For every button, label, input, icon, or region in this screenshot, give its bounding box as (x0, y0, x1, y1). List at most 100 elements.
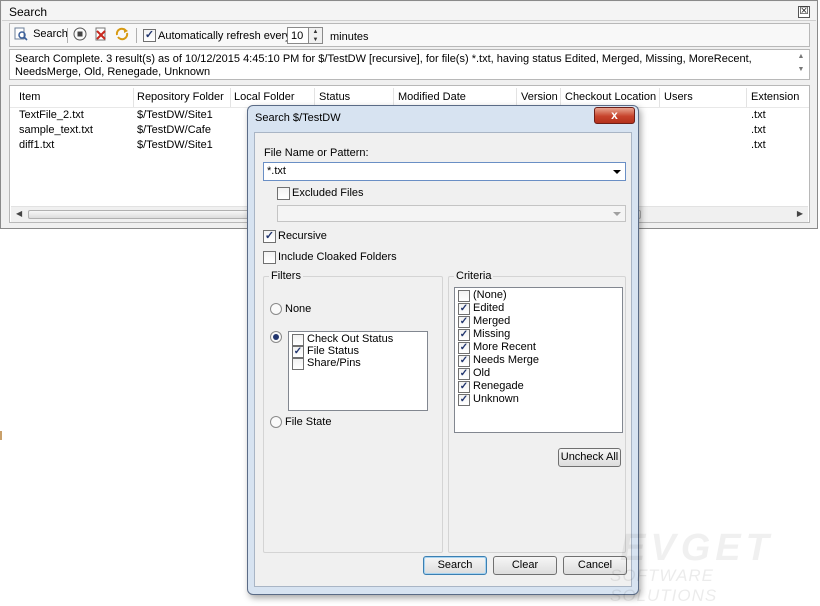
filters-group-label: Filters (269, 270, 303, 282)
criteria-label: Renegade (473, 380, 524, 392)
filter-item-label: Share/Pins (307, 357, 361, 369)
watermark-tagline: SOFTWARE SOLUTIONS (610, 566, 718, 605)
status-scrollbar[interactable]: ▲ ▼ (793, 50, 809, 79)
cell-repository-folder: $/TestDW/Site1 (137, 109, 213, 121)
filter-list-radio[interactable] (270, 331, 282, 343)
dropdown-arrow-icon[interactable] (613, 170, 621, 174)
panel-title-bar: Search ☒ (2, 2, 816, 21)
uncheck-all-button[interactable]: Uncheck All (558, 448, 621, 467)
clear-results-icon[interactable] (94, 27, 108, 41)
filter-none-radio[interactable] (270, 303, 282, 315)
checkmark-icon: ✓ (459, 368, 469, 379)
filter-item-checkbox[interactable] (292, 358, 304, 370)
auto-refresh-checkbox[interactable]: ✓ (143, 29, 156, 42)
criteria-label: Missing (473, 328, 511, 340)
criteria-list[interactable]: (None) ✓ Edited ✓ Merged ✓ Missing ✓ More Re… (454, 287, 623, 433)
criteria-checkbox[interactable]: ✓ (458, 394, 470, 406)
column-divider (133, 88, 134, 107)
auto-refresh-label: Automatically refresh every (158, 30, 291, 42)
include-cloaked-checkbox[interactable] (263, 251, 276, 264)
filter-item-checkbox[interactable] (292, 334, 304, 346)
panel-title: Search (9, 5, 48, 19)
dialog-title: Search $/TestDW (255, 112, 341, 124)
criteria-label: Old (473, 367, 491, 379)
criteria-checkbox[interactable]: ✓ (458, 381, 470, 393)
criteria-label: Needs Merge (473, 354, 540, 366)
panel-close-icon[interactable]: ☒ (798, 6, 810, 18)
cell-extension: .txt (751, 124, 766, 136)
criteria-checkbox[interactable]: ✓ (458, 342, 470, 354)
scroll-right-icon[interactable]: ▶ (797, 209, 803, 218)
toolbar-separator (67, 28, 68, 43)
excluded-files-combobox[interactable] (277, 205, 626, 222)
dialog-close-button[interactable]: x (594, 107, 635, 124)
checkmark-icon: ✓ (264, 230, 275, 242)
checkmark-icon: ✓ (459, 381, 469, 392)
criteria-checkbox[interactable]: ✓ (458, 329, 470, 341)
checkmark-icon: ✓ (144, 29, 155, 41)
filters-group: Filters None Check Out Status ✓ File Sta… (263, 270, 443, 553)
column-header-extension[interactable]: Extension (751, 91, 799, 107)
search-toolbar: Search ✓ Automatically refresh every ▲▼ … (9, 23, 810, 47)
criteria-label: Merged (473, 315, 511, 327)
column-header-repository-folder[interactable]: Repository Folder (137, 91, 224, 107)
search-status-text: Search Complete. 3 result(s) as of 10/12… (15, 53, 752, 78)
criteria-checkbox[interactable]: ✓ (458, 303, 470, 315)
cell-repository-folder: $/TestDW/Site1 (137, 139, 213, 151)
refresh-interval-spinner[interactable]: ▲ ▼ (309, 27, 323, 44)
filter-none-label: None (285, 303, 312, 315)
filter-file-state-label: File State (285, 416, 332, 428)
toolbar-separator (136, 28, 137, 43)
criteria-checkbox[interactable]: ✓ (458, 368, 470, 380)
column-header-item[interactable]: Item (19, 91, 40, 107)
criteria-checkbox[interactable]: ✓ (458, 316, 470, 328)
cell-item: sample_text.txt (19, 124, 93, 136)
scroll-left-icon[interactable]: ◀ (16, 209, 22, 218)
cell-item: diff1.txt (19, 139, 55, 151)
include-cloaked-label: Include Cloaked Folders (278, 251, 397, 263)
checkmark-icon: ✓ (293, 346, 303, 357)
filter-type-list[interactable]: Check Out Status ✓ File Status Share/Pin… (288, 331, 428, 411)
checkmark-icon: ✓ (459, 329, 469, 340)
radio-selected-dot (273, 334, 279, 340)
checkmark-icon: ✓ (459, 394, 469, 405)
checkmark-icon: ✓ (459, 342, 469, 353)
pattern-combobox[interactable]: *.txt (263, 162, 626, 181)
checkmark-icon: ✓ (459, 316, 469, 327)
watermark-logo: EVGET (620, 527, 774, 569)
criteria-label: (None) (473, 289, 507, 301)
minutes-label: minutes (330, 31, 369, 43)
column-divider (230, 88, 231, 107)
recursive-checkbox[interactable]: ✓ (263, 230, 276, 243)
search-icon (14, 27, 28, 41)
toolbar-search-button[interactable]: Search (14, 27, 68, 44)
refresh-icon[interactable] (115, 27, 129, 41)
column-header-users[interactable]: Users (664, 91, 693, 107)
excluded-files-label: Excluded Files (292, 187, 364, 199)
refresh-interval-input[interactable] (287, 27, 309, 44)
close-icon: x (611, 108, 618, 122)
edge-artifact (0, 431, 2, 440)
excluded-files-checkbox[interactable] (277, 187, 290, 200)
search-button[interactable]: Search (423, 556, 487, 575)
dialog-body: File Name or Pattern: *.txt Excluded Fil… (254, 132, 632, 587)
cell-item: TextFile_2.txt (19, 109, 84, 121)
filter-item-label: Check Out Status (307, 333, 394, 345)
pattern-label: File Name or Pattern: (264, 147, 369, 159)
criteria-label: Unknown (473, 393, 519, 405)
clear-button[interactable]: Clear (493, 556, 557, 575)
dropdown-arrow-icon[interactable] (613, 212, 621, 216)
criteria-checkbox[interactable] (458, 290, 470, 302)
criteria-checkbox[interactable]: ✓ (458, 355, 470, 367)
cell-extension: .txt (751, 109, 766, 121)
filter-file-state-radio[interactable] (270, 416, 282, 428)
criteria-group: Criteria (None) ✓ Edited ✓ Merged ✓ Missing… (448, 270, 626, 553)
column-divider (746, 88, 747, 107)
cell-repository-folder: $/TestDW/Cafe (137, 124, 211, 136)
stop-icon[interactable] (73, 27, 87, 41)
criteria-label: Edited (473, 302, 505, 314)
search-status-box: Search Complete. 3 result(s) as of 10/12… (9, 49, 810, 80)
filter-item-checkbox[interactable]: ✓ (292, 346, 304, 358)
recursive-label: Recursive (278, 230, 327, 242)
cell-extension: .txt (751, 139, 766, 151)
